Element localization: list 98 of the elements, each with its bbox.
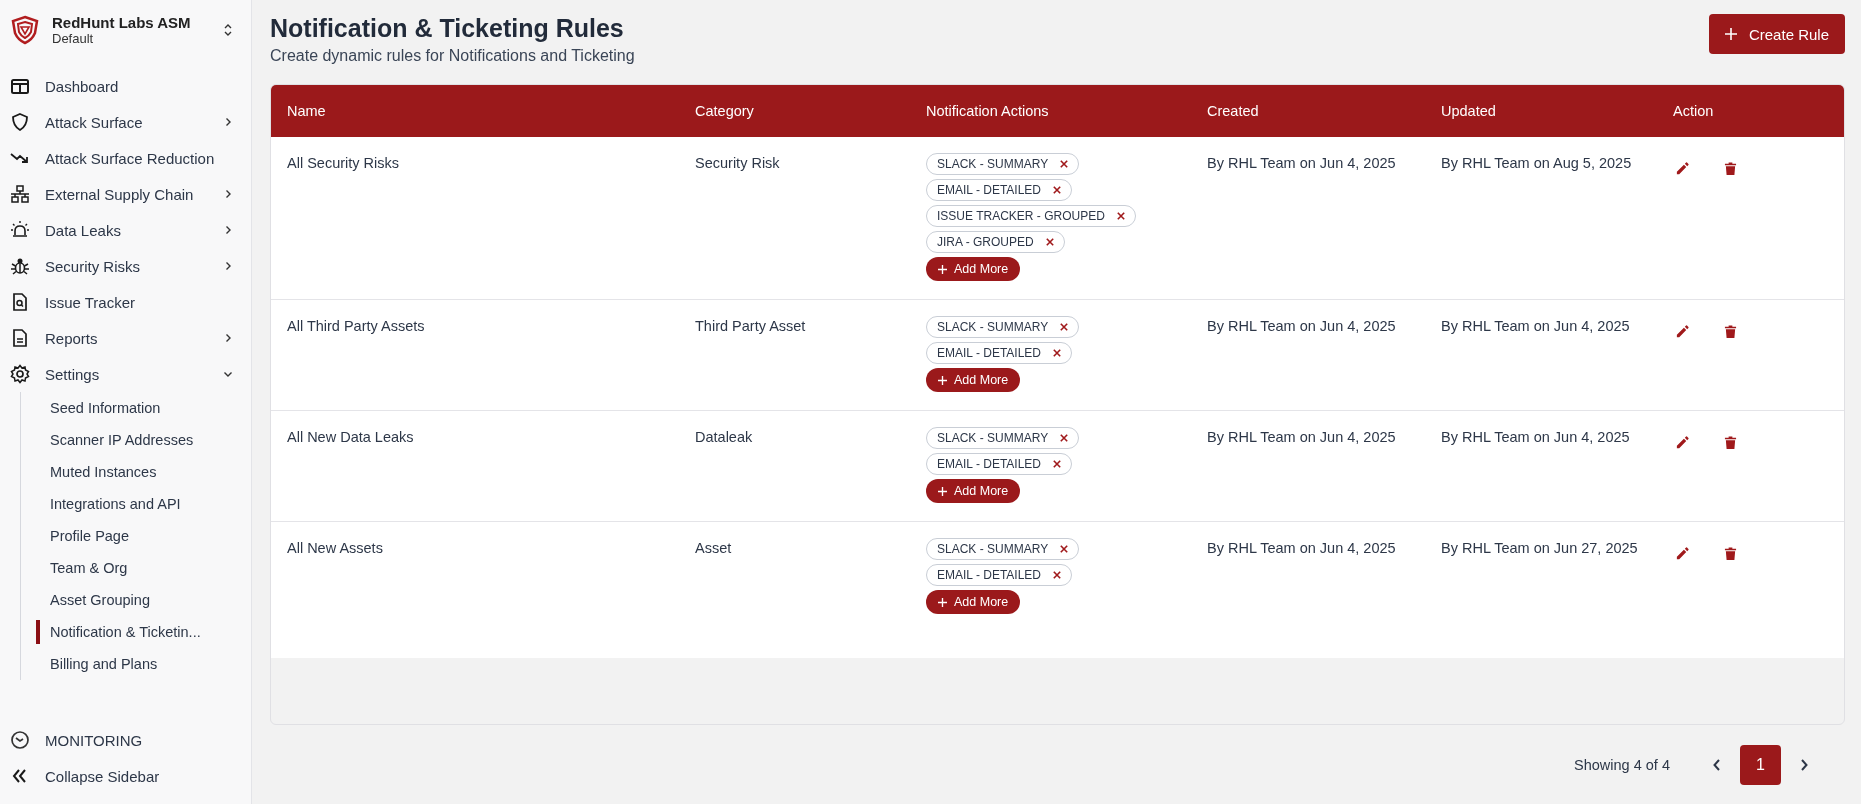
remove-icon[interactable] [1060, 545, 1069, 553]
remove-icon[interactable] [1053, 460, 1062, 468]
collapse-sidebar-button[interactable]: Collapse Sidebar [0, 758, 251, 794]
plus-icon [938, 264, 947, 274]
column-header: Category [694, 103, 755, 119]
plus-icon [938, 597, 947, 607]
shield-icon [10, 112, 30, 132]
column-header: Created [1206, 103, 1260, 119]
chip-label: SLACK - SUMMARY [937, 320, 1049, 334]
table-cell-text: All New Assets [286, 539, 384, 558]
submenu-item[interactable]: Profile Page [21, 520, 251, 552]
edit-icon[interactable] [1675, 161, 1690, 176]
monitoring-item[interactable]: MONITORING [0, 722, 251, 758]
nav-item[interactable]: Reports [0, 320, 251, 356]
table-cell-text: Asset [694, 539, 733, 558]
nav-item[interactable]: Data Leaks [0, 212, 251, 248]
page-title: Notification & Ticketing Rules [270, 14, 625, 43]
remove-icon[interactable] [1053, 571, 1062, 579]
doc-icon [10, 328, 30, 348]
table-cell-text: By RHL Team on Jun 4, 2025 [1206, 317, 1397, 336]
trash-icon[interactable] [1724, 324, 1737, 339]
create-rule-button[interactable]: Create Rule [1708, 14, 1845, 54]
table-cell-text: Dataleak [694, 428, 754, 447]
brand-name: RedHunt Labs ASM [52, 14, 192, 31]
table-cell-text: By RHL Team on Jun 4, 2025 [1440, 317, 1631, 336]
column-header: Name [286, 103, 327, 119]
remove-icon[interactable] [1045, 238, 1054, 246]
submenu-item[interactable]: Team & Org [21, 552, 251, 584]
workspace-name: Default [52, 31, 95, 46]
nav-item[interactable]: Security Risks [0, 248, 251, 284]
submenu-item[interactable]: Integrations and API [21, 488, 251, 520]
submenu-item[interactable]: Asset Grouping [21, 584, 251, 616]
trash-icon[interactable] [1724, 435, 1737, 450]
remove-icon[interactable] [1060, 434, 1069, 442]
table-cell-text: Third Party Asset [694, 317, 807, 336]
edit-icon[interactable] [1675, 324, 1690, 339]
doc-search-icon [10, 292, 30, 312]
plus-icon [1724, 28, 1737, 40]
table-cell-text: All Third Party Assets [286, 317, 426, 336]
previous-page-icon[interactable] [1712, 758, 1722, 771]
column-header: Updated [1440, 103, 1497, 119]
edit-icon[interactable] [1675, 435, 1690, 450]
gauge-icon [10, 730, 30, 750]
nav-item[interactable]: Attack Surface [0, 104, 251, 140]
chip-label: ISSUE TRACKER - GROUPED [937, 209, 1105, 223]
remove-icon[interactable] [1060, 323, 1069, 331]
nav-item[interactable]: Issue Tracker [0, 284, 251, 320]
chip-label: SLACK - SUMMARY [937, 157, 1049, 171]
nav-item[interactable]: External Supply Chain [0, 176, 251, 212]
remove-icon[interactable] [1053, 186, 1062, 194]
remove-icon[interactable] [1060, 160, 1069, 168]
chip-label: EMAIL - DETAILED [937, 568, 1042, 582]
chip-label: EMAIL - DETAILED [937, 346, 1042, 360]
submenu-item[interactable]: Seed Information [21, 392, 251, 424]
remove-icon[interactable] [1053, 349, 1062, 357]
trash-icon[interactable] [1724, 161, 1737, 176]
column-header: Action [1672, 103, 1715, 119]
network-icon [10, 184, 30, 204]
bug-icon [10, 256, 30, 276]
add-more-button[interactable]: Add More [926, 257, 1021, 281]
submenu-item[interactable]: Scanner IP Addresses [21, 424, 251, 456]
chip-label: JIRA - GROUPED [937, 235, 1034, 249]
alarm-icon [10, 220, 30, 240]
page-button[interactable]: 1 [1740, 744, 1781, 785]
remove-icon[interactable] [1116, 212, 1125, 220]
chip-label: EMAIL - DETAILED [937, 457, 1042, 471]
table-cell-text: Security Risk [694, 154, 781, 173]
chip-label: SLACK - SUMMARY [937, 542, 1049, 556]
page-subtitle: Create dynamic rules for Notifications and Ticketing [270, 47, 635, 65]
table-cell-text: By RHL Team on Jun 4, 2025 [1206, 539, 1397, 558]
plus-icon [938, 486, 947, 496]
table-cell-text: All Security Risks [286, 154, 400, 173]
add-more-button[interactable]: Add More [926, 368, 1021, 392]
chip-label: SLACK - SUMMARY [937, 431, 1049, 445]
switcher-icon[interactable] [223, 22, 233, 38]
table-cell-text: By RHL Team on Aug 5, 2025 [1440, 154, 1633, 173]
pagination-summary: Showing 4 of 4 [1574, 756, 1670, 773]
submenu-item[interactable]: Muted Instances [21, 456, 251, 488]
gear-icon [10, 364, 30, 384]
add-more-button[interactable]: Add More [926, 590, 1021, 614]
edit-icon[interactable] [1675, 546, 1690, 561]
table-cell-text: By RHL Team on Jun 4, 2025 [1440, 428, 1631, 447]
table-cell-text: By RHL Team on Jun 4, 2025 [1206, 154, 1397, 173]
shield-logo-icon [10, 15, 40, 45]
table-cell-text: All New Data Leaks [286, 428, 415, 447]
nav-item[interactable]: Settings [0, 356, 251, 392]
trash-icon[interactable] [1724, 546, 1737, 561]
column-header: Notification Actions [925, 103, 1050, 119]
next-page-icon[interactable] [1799, 758, 1809, 771]
nav-item[interactable]: Dashboard [0, 68, 251, 104]
add-more-button[interactable]: Add More [926, 479, 1021, 503]
chip-label: EMAIL - DETAILED [937, 183, 1042, 197]
submenu-item[interactable]: Notification & Ticketin... [21, 616, 251, 648]
table-cell-text: By RHL Team on Jun 4, 2025 [1206, 428, 1397, 447]
nav-item[interactable]: Attack Surface Reduction [0, 140, 251, 176]
plus-icon [938, 375, 947, 385]
submenu-item[interactable]: Billing and Plans [21, 648, 251, 680]
table-cell-text: By RHL Team on Jun 27, 2025 [1440, 539, 1639, 558]
